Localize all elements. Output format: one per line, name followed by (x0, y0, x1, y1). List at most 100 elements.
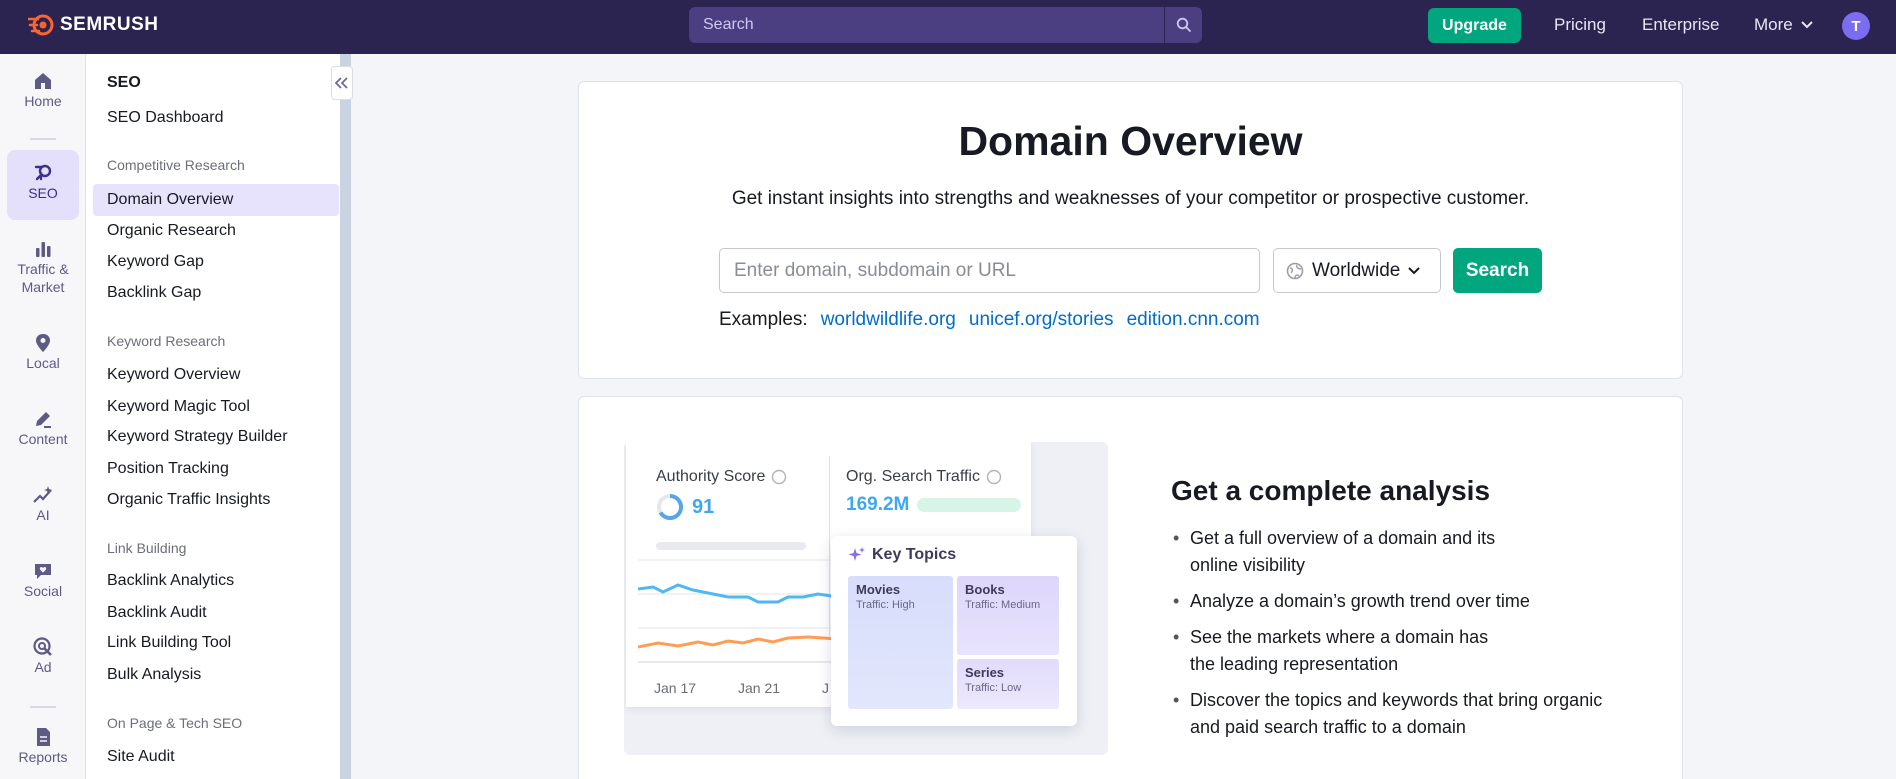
authority-score-label: Authority Score (656, 468, 787, 486)
rail-divider (30, 706, 56, 708)
seo-icon (34, 164, 52, 181)
top-bar: SEMRUSH Upgrade Pricing Enterprise More … (0, 0, 1896, 54)
authority-score: 91 (656, 493, 714, 521)
semrush-flame-icon (28, 14, 54, 36)
upgrade-button[interactable]: Upgrade (1428, 8, 1521, 43)
authority-value: 91 (692, 495, 715, 518)
sidebar-group-competitive-research: Competitive Research (107, 157, 245, 173)
analysis-title: Get a complete analysis (1171, 475, 1491, 506)
rail-item-home[interactable]: Home (7, 70, 79, 122)
sidebar-item-keyword-overview[interactable]: Keyword Overview (93, 359, 339, 391)
globe-icon (986, 469, 1002, 485)
sidebar-group-link-building: Link Building (107, 540, 187, 556)
topic-tile: Books Traffic: Medium (957, 576, 1059, 655)
sidebar-item-backlink-audit[interactable]: Backlink Audit (93, 597, 339, 629)
sidebar-item-seo-dashboard[interactable]: SEO Dashboard (93, 102, 339, 134)
rail-label: Social (23, 583, 63, 599)
rail-divider (30, 138, 56, 140)
x-tick-label: Jan 17 (654, 680, 697, 696)
bullet-item: See the markets where a domain hasthe le… (1171, 624, 1651, 678)
more-menu[interactable]: More (1754, 15, 1813, 35)
sidebar-group-keyword-research: Keyword Research (107, 333, 226, 349)
sidebar-item-backlink-gap[interactable]: Backlink Gap (93, 277, 339, 309)
semrush-logo[interactable]: SEMRUSH (28, 14, 159, 36)
rail-label: SEO (28, 185, 58, 201)
sidebar-item-keyword-strategy-builder[interactable]: Keyword Strategy Builder (93, 421, 339, 453)
sidebar-item-organic-research[interactable]: Organic Research (93, 215, 339, 247)
rail-label: Local (26, 355, 60, 371)
rail-item-traffic-market[interactable]: Traffic & Market (7, 238, 79, 308)
sidebar-item-backlink-analytics[interactable]: Backlink Analytics (93, 565, 339, 597)
analysis-illustration: Authority Score 91 Org. Search Traffic 1… (624, 442, 1108, 755)
example-link[interactable]: worldwildlife.org (821, 309, 956, 331)
search-button[interactable] (1164, 7, 1202, 43)
sidebar-item-site-audit[interactable]: Site Audit (93, 741, 339, 773)
chevron-down-icon (1408, 266, 1421, 274)
bullet-item: Analyze a domain’s growth trend over tim… (1171, 588, 1651, 615)
region-select[interactable]: Worldwide (1273, 248, 1441, 293)
seo-sidebar: SEO SEO Dashboard Competitive Research D… (86, 54, 340, 779)
globe-icon (1286, 262, 1304, 279)
chevron-down-icon (1801, 21, 1813, 29)
double-chevron-left-icon (335, 77, 348, 89)
user-avatar[interactable]: T (1842, 12, 1870, 40)
traffic-label: Org. Search Traffic (846, 468, 1002, 486)
sidebar-item-keyword-magic-tool[interactable]: Keyword Magic Tool (93, 391, 339, 423)
example-link[interactable]: edition.cnn.com (1127, 309, 1260, 331)
authority-ring-icon (657, 493, 683, 520)
global-search-input[interactable] (689, 7, 1164, 43)
sidebar-item-domain-overview[interactable]: Domain Overview (93, 184, 339, 216)
target-cursor-icon (33, 637, 52, 656)
example-link[interactable]: unicef.org/stories (969, 309, 1114, 331)
brand-name: SEMRUSH (60, 14, 159, 35)
topic-tile: Movies Traffic: High (848, 576, 953, 709)
home-icon (35, 73, 51, 89)
domain-input[interactable] (719, 248, 1260, 293)
globe-icon (772, 469, 787, 485)
rail-item-ai[interactable]: AI (7, 484, 79, 536)
enterprise-link[interactable]: Enterprise (1642, 15, 1719, 35)
bullet-item: Get a full overview of a domain and itso… (1171, 525, 1651, 579)
analysis-bullets: Get a full overview of a domain and itso… (1171, 525, 1651, 750)
traffic-bar (917, 498, 1022, 512)
sidebar-item-link-building-tool[interactable]: Link Building Tool (93, 627, 339, 659)
collapse-sidebar-button[interactable] (331, 66, 353, 100)
sidebar-item-position-tracking[interactable]: Position Tracking (93, 453, 339, 485)
rail-item-local[interactable]: Local (7, 332, 79, 384)
region-value: Worldwide (1312, 259, 1401, 281)
traffic-value: 169.2M (846, 494, 910, 515)
rail-label: Content (18, 431, 68, 447)
key-topics-card: Key Topics Movies Traffic: High Books Tr… (831, 536, 1077, 726)
location-pin-icon (36, 334, 50, 352)
x-tick-label: J (822, 680, 829, 696)
sidebar-item-keyword-gap[interactable]: Keyword Gap (93, 246, 339, 278)
product-rail: Home SEO Traffic & Market Local Content … (0, 54, 86, 779)
rail-item-social[interactable]: Social (7, 560, 79, 612)
domain-overview-card: Domain Overview Get instant insights int… (578, 81, 1683, 379)
sidebar-item-bulk-analysis[interactable]: Bulk Analysis (93, 659, 339, 691)
sidebar-group-on-page-tech-seo: On Page & Tech SEO (107, 715, 243, 731)
sparkle-icon (848, 547, 865, 561)
key-topics-header: Key Topics (848, 546, 956, 564)
search-domain-button[interactable]: Search (1453, 248, 1542, 293)
sidebar-item-organic-traffic-insights[interactable]: Organic Traffic Insights (93, 484, 339, 516)
sidebar-scrollbar[interactable] (340, 54, 351, 779)
x-tick-label: Jan 21 (738, 680, 781, 696)
bar-chart-icon (36, 242, 51, 257)
pencil-icon (36, 412, 51, 428)
rail-item-seo[interactable]: SEO (7, 150, 79, 220)
rail-label: AI (36, 507, 50, 523)
rail-item-ad[interactable]: Ad (7, 636, 79, 688)
more-label: More (1754, 15, 1793, 34)
rail-label: Traffic & (17, 261, 69, 277)
examples-row: Examples: worldwildlife.org unicef.org/s… (719, 309, 1260, 331)
topic-tile: Series Traffic: Low (957, 659, 1059, 709)
placeholder-bar (656, 542, 806, 550)
rail-item-reports[interactable]: Reports (7, 726, 79, 778)
sidebar-title: SEO (107, 74, 141, 91)
search-icon (1176, 17, 1191, 32)
global-search (689, 7, 1202, 43)
rail-item-content[interactable]: Content (7, 408, 79, 460)
pricing-link[interactable]: Pricing (1554, 15, 1606, 35)
page-subtitle: Get instant insights into strengths and … (731, 188, 1530, 209)
